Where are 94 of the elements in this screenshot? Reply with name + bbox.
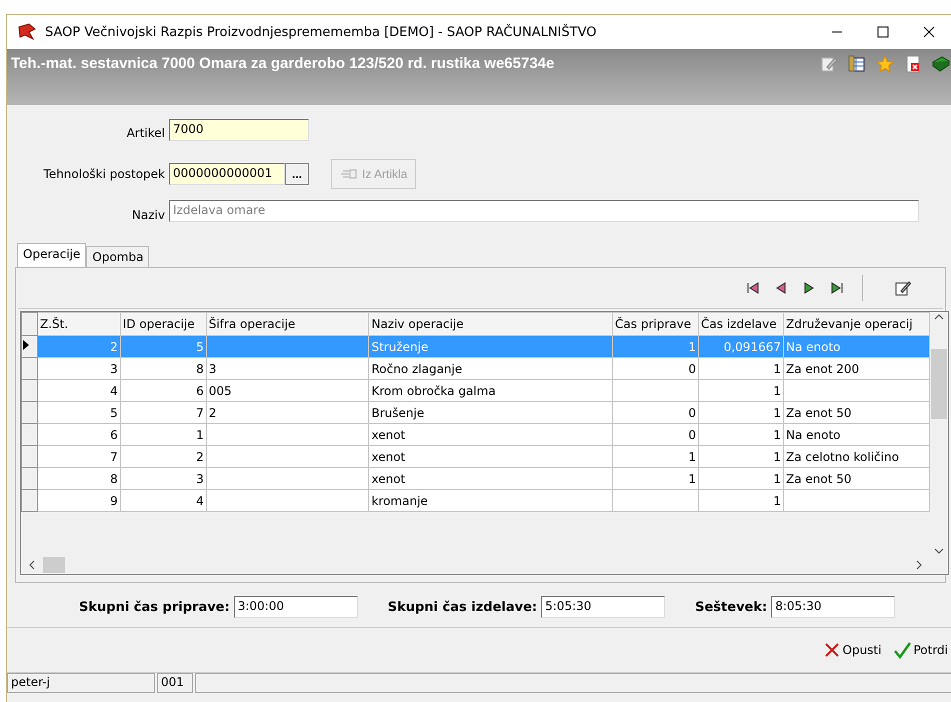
table-cell: 5 [120,336,206,358]
scroll-right-icon[interactable] [914,560,924,570]
column-header[interactable]: Čas izdelave [698,312,784,336]
previous-record-icon[interactable] [774,281,788,295]
scroll-up-icon[interactable] [934,312,944,322]
table-cell: 1 [698,446,784,468]
table-cell: 3 [37,358,120,380]
field-label: Naziv [130,208,165,222]
confirm-button[interactable]: Potrdi [891,639,950,661]
table-cell: 2 [120,446,206,468]
total-label: Skupni čas priprave: [79,600,230,614]
table-cell: Na enoto [783,336,930,358]
column-header[interactable]: Šifra operacije [206,312,369,336]
table-cell: 4 [37,380,120,402]
table-cell: 0 [612,358,699,380]
table-cell: 6 [37,424,120,446]
table-cell: 0 [612,402,699,424]
table-cell: Ročno zlaganje [368,358,613,380]
next-record-icon[interactable] [802,281,816,295]
total-field[interactable]: 8:05:30 [771,596,896,618]
scroll-left-icon[interactable] [27,560,37,570]
scroll-down-icon[interactable] [934,546,944,556]
table-cell: xenot [368,424,613,446]
table-cell: 1 [120,424,206,446]
table-cell: 3 [206,358,369,380]
table-cell: 1 [698,358,784,380]
table-cell: 1 [612,446,699,468]
table-cell: Krom obročka galma [368,380,613,402]
form-title: Teh.-mat. sestavnica 7000 Omara za garderobo 123/520 rd. rustika we65734e [11,55,556,72]
table-icon[interactable] [848,55,866,73]
table-cell: Za celotno količino [783,446,930,468]
close-icon [923,26,935,38]
current-row-icon [22,339,30,351]
delete-document-icon[interactable] [904,55,922,73]
table-cell: Za enot 50 [783,402,930,424]
tab[interactable]: Opomba [86,246,150,267]
table-cell: 1 [698,468,784,490]
table-cell: 1 [612,336,699,358]
window-title: SAOP Večnivojski Razpis Proizvodnjespremememba [DEMO] - SAOP RAČUNALNIŠTVO [45,24,598,40]
table-cell: 1 [698,402,784,424]
status-field: peter-j [7,673,155,693]
table-cell: 2 [37,336,120,358]
column-header[interactable]: ID operacije [120,312,206,336]
column-header[interactable]: Z.Št. [37,312,120,336]
column-header[interactable]: Naziv operacije [368,312,613,336]
table-cell: 0,091667 [698,336,784,358]
cross-icon [822,641,840,659]
table-cell: 2 [206,402,369,424]
field-label: Tehnološki postopek [42,166,165,181]
checkmark-icon [893,641,912,659]
tab[interactable]: Operacije [17,243,86,267]
column-header[interactable]: Združevanje operacij [783,312,930,336]
total-field[interactable]: 5:05:30 [541,596,666,618]
total-label: Skupni čas izdelave: [388,600,538,614]
cancel-button[interactable]: Opusti [820,639,884,661]
table-cell: Struženje [368,336,613,358]
table-cell: 1 [698,490,784,512]
table-cell: 8 [120,358,206,380]
table-cell: kromanje [368,490,613,512]
total-label: Seštevek: [695,600,768,614]
scrollbar-thumb[interactable] [931,349,947,419]
table-cell: 1 [698,380,784,402]
status-field: 001 [157,673,193,693]
table-cell: 9 [37,490,120,512]
edit-icon[interactable] [895,280,911,296]
browse-button[interactable]: ... [285,162,309,185]
table-cell: 8 [37,468,120,490]
table-cell: 5 [37,402,120,424]
first-record-icon[interactable] [746,281,760,295]
app-logo-icon [17,23,37,41]
table-cell: 0 [612,424,699,446]
total-field[interactable]: 3:00:00 [234,596,358,618]
table-cell: Na enoto [783,424,930,446]
table-cell: xenot [368,468,613,490]
table-cell: Za enot 50 [783,468,930,490]
scrollbar-thumb[interactable] [43,557,65,573]
article-field[interactable]: 7000 [169,119,309,141]
table-cell: 1 [612,468,699,490]
table-cell: 7 [120,402,206,424]
last-record-icon[interactable] [830,281,844,295]
table-cell: 6 [120,380,206,402]
table-cell: xenot [368,446,613,468]
field-label: Artikel [126,126,165,140]
star-icon[interactable] [876,55,894,73]
table-cell: Za enot 200 [783,358,930,380]
column-header[interactable]: Čas priprave [612,312,699,336]
table-cell: 1 [698,424,784,446]
table-cell: 4 [120,490,206,512]
table-cell: 3 [120,468,206,490]
table-cell: 005 [206,380,369,402]
maximize-icon [877,26,889,38]
table-cell: Brušenje [368,402,613,424]
table-cell: 7 [37,446,120,468]
procedure-field[interactable]: 0000000000001 [169,162,285,185]
